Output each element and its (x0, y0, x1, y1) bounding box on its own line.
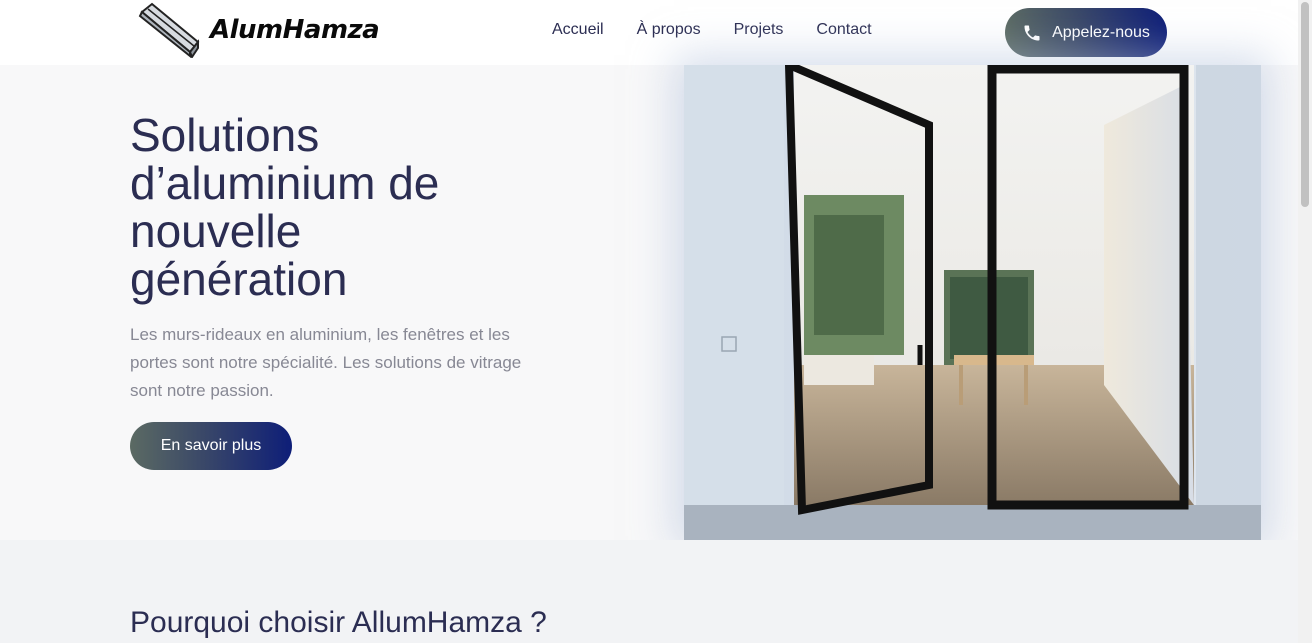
site-header: AlumHamza Accueil À propos Projets Conta… (0, 0, 1298, 65)
why-section: Pourquoi choisir AllumHamza ? (0, 540, 1298, 643)
call-button[interactable]: Appelez-nous (1005, 8, 1167, 57)
call-button-label: Appelez-nous (1052, 23, 1150, 41)
aluminium-profile-icon (138, 2, 200, 58)
phone-icon (1024, 25, 1040, 40)
glass-door-illustration (684, 65, 1261, 540)
nav-about[interactable]: À propos (637, 21, 701, 39)
brand-logo[interactable]: AlumHamza (136, 2, 380, 58)
hero-description: Les murs-rideaux en aluminium, les fenêt… (130, 325, 522, 400)
vertical-scrollbar[interactable] (1298, 0, 1312, 643)
hero-image (684, 65, 1261, 540)
nav-home[interactable]: Accueil (552, 21, 604, 39)
nav-contact[interactable]: Contact (816, 21, 871, 39)
learn-more-button[interactable]: En savoir plus (130, 422, 292, 470)
hero-section: Solutions d’aluminium de nouvelle généra… (0, 65, 1298, 540)
scrollbar-thumb[interactable] (1301, 2, 1309, 207)
main-nav: Accueil À propos Projets Contact (552, 21, 872, 39)
brand-name: AlumHamza (210, 15, 380, 45)
nav-projects[interactable]: Projets (734, 21, 784, 39)
hero-title: Solutions d’aluminium de nouvelle généra… (130, 109, 440, 305)
why-title: Pourquoi choisir AllumHamza ? (130, 606, 547, 639)
